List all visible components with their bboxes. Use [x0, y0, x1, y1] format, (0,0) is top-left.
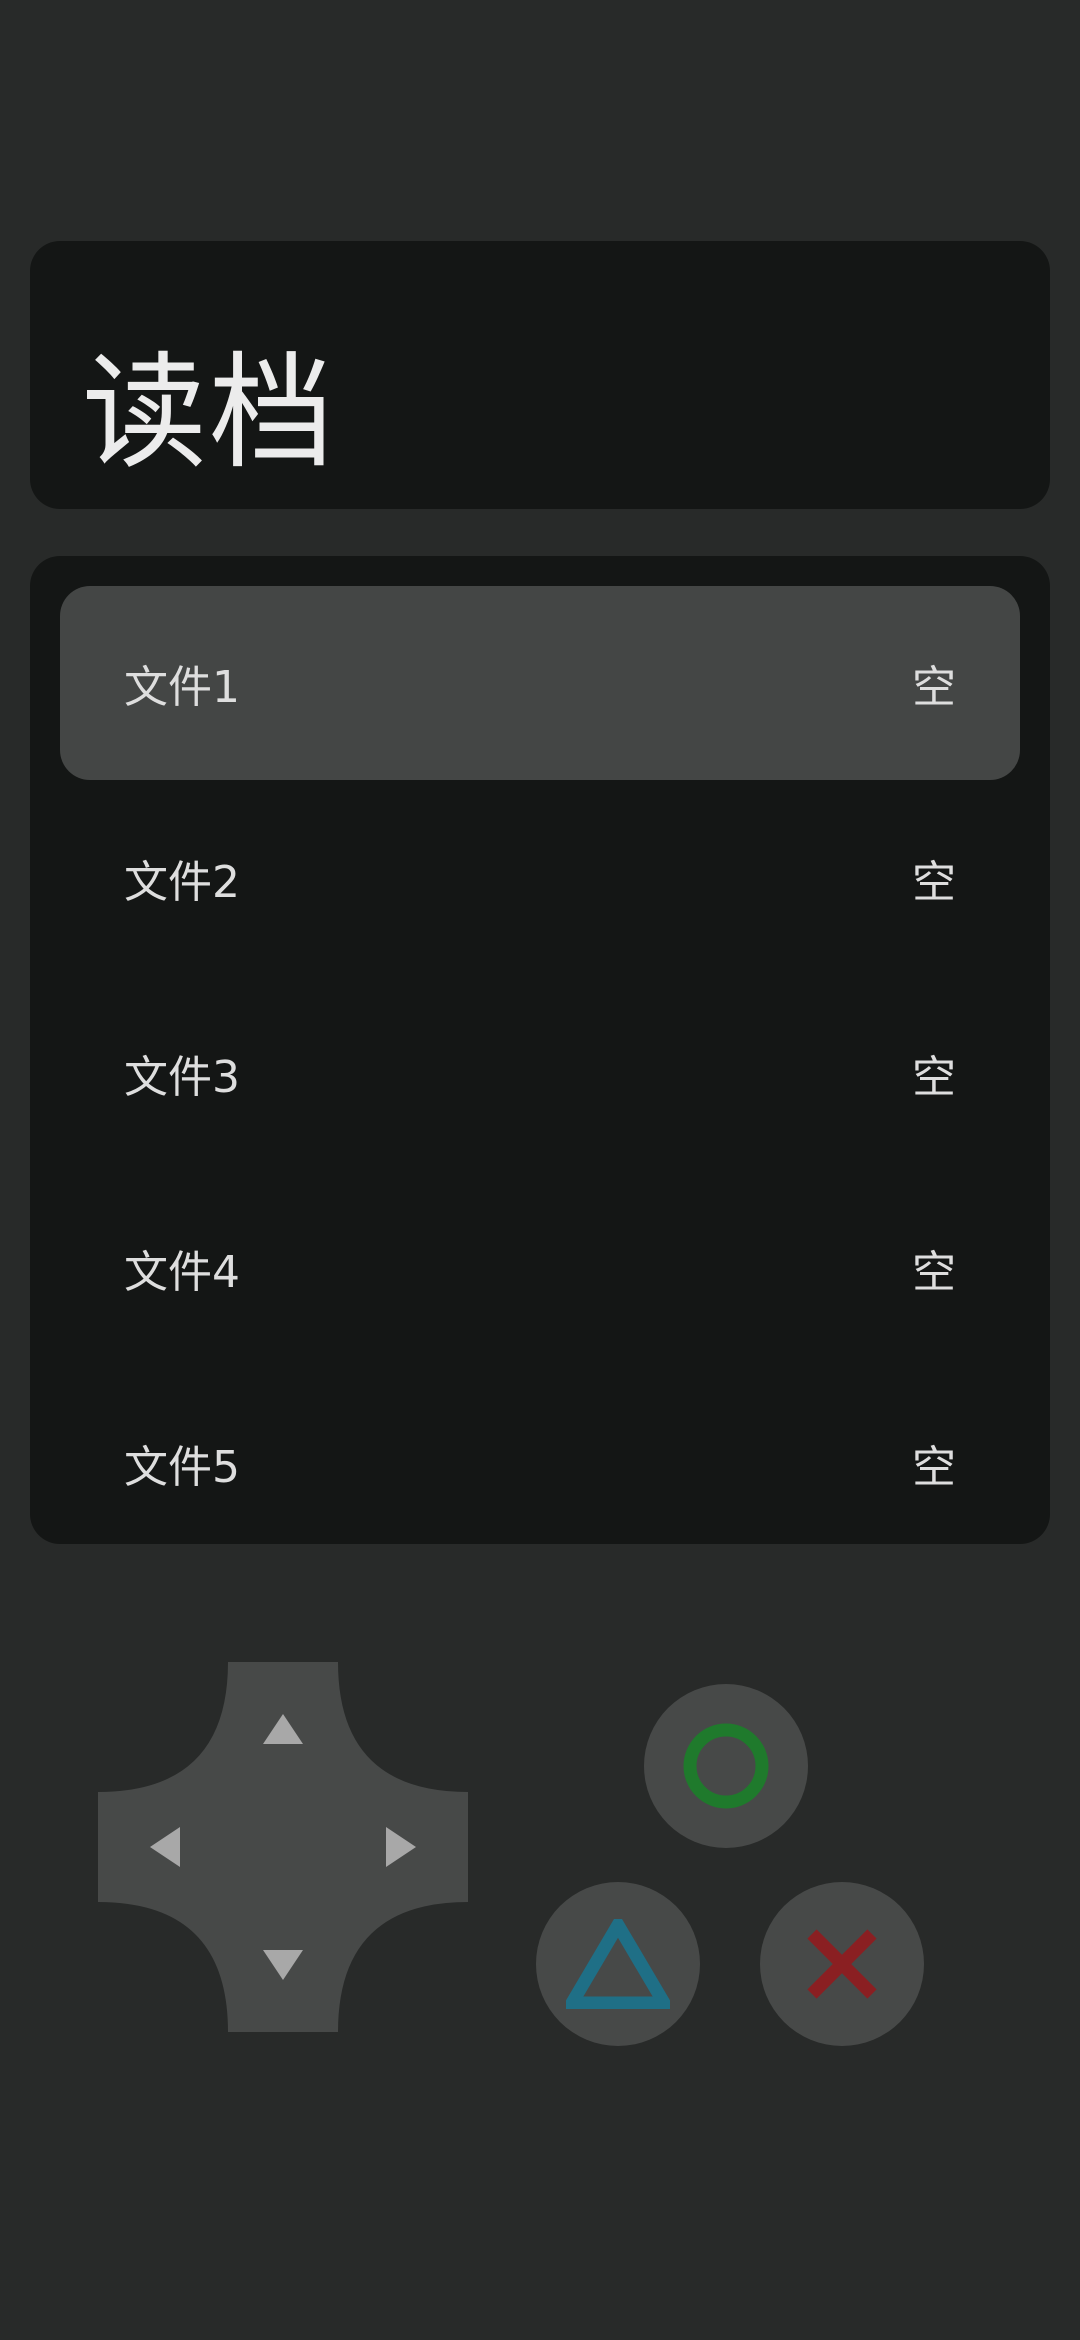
page-title: 读档	[82, 341, 336, 486]
cross-button[interactable]	[760, 1882, 924, 2046]
file-status: 空	[912, 857, 956, 908]
file-status: 空	[912, 1052, 956, 1103]
dpad[interactable]	[98, 1662, 468, 2032]
file-name: 文件2	[124, 857, 240, 908]
up-arrow-icon[interactable]	[248, 1694, 318, 1764]
triangle-icon	[566, 1919, 670, 2009]
file-name: 文件4	[124, 1247, 240, 1298]
save-file-list: 文件1 空 文件2 空 文件3 空 文件4 空 文件5 空	[30, 556, 1050, 1544]
circle-button[interactable]	[644, 1684, 808, 1848]
file-name: 文件3	[124, 1052, 240, 1103]
down-arrow-icon[interactable]	[248, 1930, 318, 2000]
title-card: 读档	[30, 241, 1050, 509]
triangle-button[interactable]	[536, 1882, 700, 2046]
cross-icon	[807, 1929, 877, 1999]
file-row-5[interactable]: 文件5 空	[60, 1366, 1020, 1544]
file-row-4[interactable]: 文件4 空	[60, 1171, 1020, 1365]
file-name: 文件5	[124, 1442, 240, 1493]
left-arrow-icon[interactable]	[130, 1812, 200, 1882]
file-status: 空	[912, 1442, 956, 1493]
file-row-2[interactable]: 文件2 空	[60, 781, 1020, 975]
file-status: 空	[912, 1247, 956, 1298]
file-row-3[interactable]: 文件3 空	[60, 976, 1020, 1170]
file-status: 空	[912, 662, 956, 713]
circle-icon	[683, 1723, 769, 1809]
file-name: 文件1	[124, 662, 240, 713]
file-row-1[interactable]: 文件1 空	[60, 586, 1020, 780]
right-arrow-icon[interactable]	[366, 1812, 436, 1882]
